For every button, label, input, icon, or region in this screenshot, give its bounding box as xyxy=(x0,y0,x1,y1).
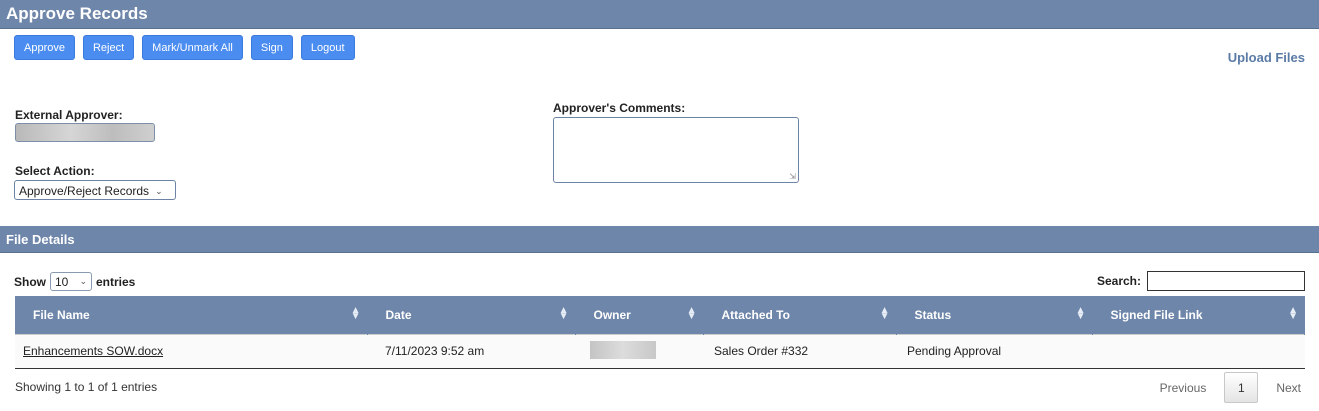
page-title: Approve Records xyxy=(6,4,148,23)
page-header: Approve Records xyxy=(0,0,1319,29)
table-header-row: File Name ▲ ▼ Date ▲ ▼ Owner ▲ ▼ Attached T… xyxy=(15,296,1305,334)
page-length-control: Show 10 ⌄ entries xyxy=(14,272,135,291)
cell-owner xyxy=(575,333,703,369)
reject-button[interactable]: Reject xyxy=(82,35,135,60)
owner-redacted xyxy=(590,340,656,359)
chevron-down-icon: ⌄ xyxy=(79,276,87,286)
page-length-select[interactable]: 10 ⌄ xyxy=(50,272,92,291)
sort-icon: ▲ ▼ xyxy=(558,305,569,322)
previous-page-button[interactable]: Previous xyxy=(1156,381,1211,395)
external-approver-field[interactable] xyxy=(15,123,155,142)
select-action-label: Select Action: xyxy=(15,164,95,178)
column-header-owner[interactable]: Owner ▲ ▼ xyxy=(575,296,704,334)
approver-comments-textarea[interactable]: ⇲ xyxy=(553,117,799,183)
next-page-button[interactable]: Next xyxy=(1272,381,1305,395)
chevron-down-icon: ⌄ xyxy=(155,185,163,196)
cell-status: Pending Approval xyxy=(896,333,1092,369)
approver-comments-label: Approver's Comments: xyxy=(553,101,686,115)
file-details-header: File Details xyxy=(0,226,1319,253)
column-header-file-name[interactable]: File Name ▲ ▼ xyxy=(15,296,368,334)
sort-icon: ▲ ▼ xyxy=(1288,305,1298,322)
pagination: Previous 1 Next xyxy=(1156,372,1305,403)
column-header-date[interactable]: Date ▲ ▼ xyxy=(367,296,576,334)
search-input[interactable] xyxy=(1147,271,1305,291)
column-header-status[interactable]: Status ▲ ▼ xyxy=(896,296,1093,334)
cell-signed-file-link xyxy=(1092,333,1305,369)
select-action-dropdown[interactable]: Approve/Reject Records ⌄ xyxy=(14,180,176,200)
show-label: Show xyxy=(14,274,46,289)
logout-button[interactable]: Logout xyxy=(300,35,355,60)
cell-attached-to: Sales Order #332 xyxy=(703,333,896,369)
file-name-link[interactable]: Enhancements SOW.docx xyxy=(23,344,163,358)
column-header-attached-to[interactable]: Attached To ▲ ▼ xyxy=(703,296,897,334)
table-row: Enhancements SOW.docx 7/11/2023 9:52 am … xyxy=(15,333,1305,369)
approve-button[interactable]: Approve xyxy=(14,35,75,60)
sort-icon: ▲ ▼ xyxy=(686,305,697,322)
page-button-current[interactable]: 1 xyxy=(1224,372,1259,403)
table-info: Showing 1 to 1 of 1 entries xyxy=(15,380,158,394)
sort-icon: ▲ ▼ xyxy=(1075,305,1086,322)
column-header-signed-file-link[interactable]: Signed File Link ▲ ▼ xyxy=(1092,296,1305,334)
mark-unmark-all-button[interactable]: Mark/Unmark All xyxy=(142,35,243,60)
action-toolbar: Approve Reject Mark/Unmark All Sign Logo… xyxy=(14,35,355,60)
resize-handle-icon[interactable]: ⇲ xyxy=(789,172,796,181)
cell-date: 7/11/2023 9:52 am xyxy=(367,333,575,369)
page-length-value: 10 xyxy=(55,274,69,289)
upload-files-link[interactable]: Upload Files xyxy=(1228,50,1305,65)
search-label: Search: xyxy=(1096,274,1141,288)
table-search: Search: xyxy=(1097,271,1305,291)
cell-file-name: Enhancements SOW.docx xyxy=(15,333,367,369)
select-action-value: Approve/Reject Records xyxy=(19,184,150,198)
sort-icon: ▲ ▼ xyxy=(350,305,361,322)
file-details-table: File Name ▲ ▼ Date ▲ ▼ Owner ▲ ▼ Attached T… xyxy=(15,296,1305,369)
sign-button[interactable]: Sign xyxy=(250,35,293,60)
entries-label: entries xyxy=(96,274,136,289)
external-approver-label: External Approver: xyxy=(15,108,123,122)
sort-icon: ▲ ▼ xyxy=(879,305,890,322)
file-details-title: File Details xyxy=(6,232,75,247)
